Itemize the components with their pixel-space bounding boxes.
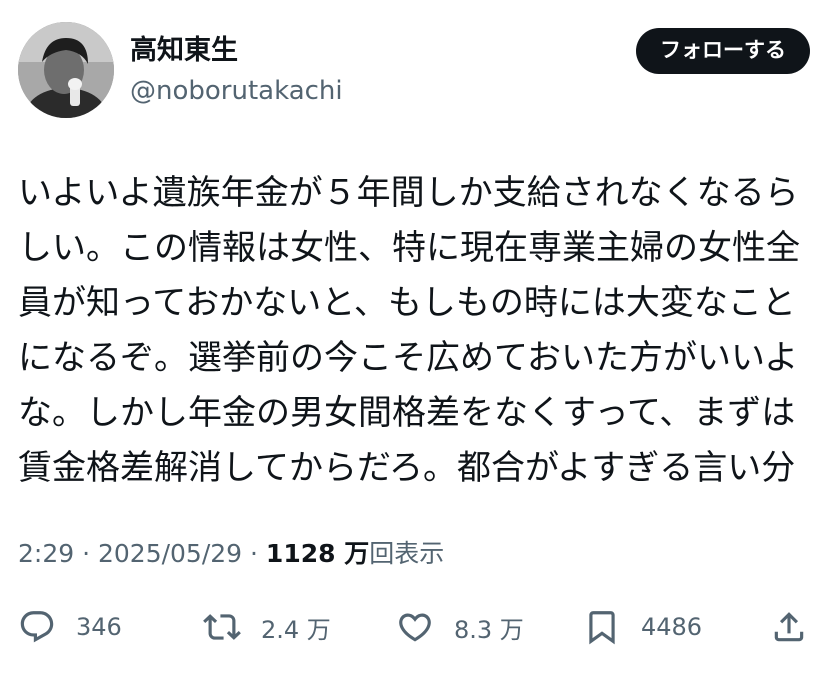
user-handle[interactable]: @noborutakachi	[130, 74, 343, 108]
retweet-count: 2.4 万	[261, 615, 331, 644]
tweet-text-line: になるぞ。選挙前の今こそ広めておいた方がいいよ	[18, 338, 799, 378]
retweet-button[interactable]: 2.4 万	[203, 604, 331, 650]
share-icon	[774, 612, 804, 642]
like-button[interactable]: 8.3 万	[396, 604, 524, 650]
action-bar: 346 2.4 万 8.3 万 4486	[18, 604, 810, 650]
tweet-meta: 2:29 · 2025/05/29 · 1128 万回表示	[18, 536, 444, 572]
tweet-date[interactable]: 2025/05/29	[98, 539, 242, 568]
bookmark-count: 4486	[641, 613, 703, 641]
tweet-text-line: 賃金格差解消してからだろ。都合がよすぎる言い分	[18, 448, 796, 488]
reply-button[interactable]: 346	[18, 604, 122, 650]
views-label: 回表示	[369, 539, 445, 568]
like-count: 8.3 万	[454, 615, 524, 644]
views-count: 1128 万	[265, 539, 370, 568]
share-button[interactable]	[770, 604, 808, 650]
author-info: 高知東生 @noborutakachi	[130, 34, 343, 108]
tweet-text-line: 員が知っておかないと、もしもの時には大変なこと	[18, 283, 796, 323]
tweet-text: いよいよ遺族年金が５年間しか支給されなくなるら しい。この情報は女性、特に現在専…	[18, 166, 810, 496]
bookmark-icon	[589, 611, 615, 645]
reply-count: 346	[76, 613, 122, 641]
avatar-photo	[18, 22, 114, 118]
avatar[interactable]	[18, 22, 114, 118]
display-name[interactable]: 高知東生	[130, 34, 343, 68]
tweet-text-line: いよいよ遺族年金が５年間しか支給されなくなるら	[18, 173, 799, 213]
tweet-text-line: しい。この情報は女性、特に現在専業主婦の女性全	[18, 228, 800, 268]
tweet-time[interactable]: 2:29	[18, 539, 74, 568]
meta-separator: ·	[242, 539, 266, 568]
retweet-icon	[203, 614, 241, 640]
follow-button[interactable]: フォローする	[636, 28, 810, 74]
meta-separator: ·	[74, 539, 98, 568]
tweet-header: 高知東生 @noborutakachi フォローする	[18, 22, 810, 122]
tweet-text-line: な。しかし年金の男女間格差をなくすって、まずは	[18, 393, 796, 433]
heart-icon	[399, 613, 431, 642]
reply-icon	[20, 611, 54, 643]
bookmark-button[interactable]: 4486	[583, 604, 702, 650]
